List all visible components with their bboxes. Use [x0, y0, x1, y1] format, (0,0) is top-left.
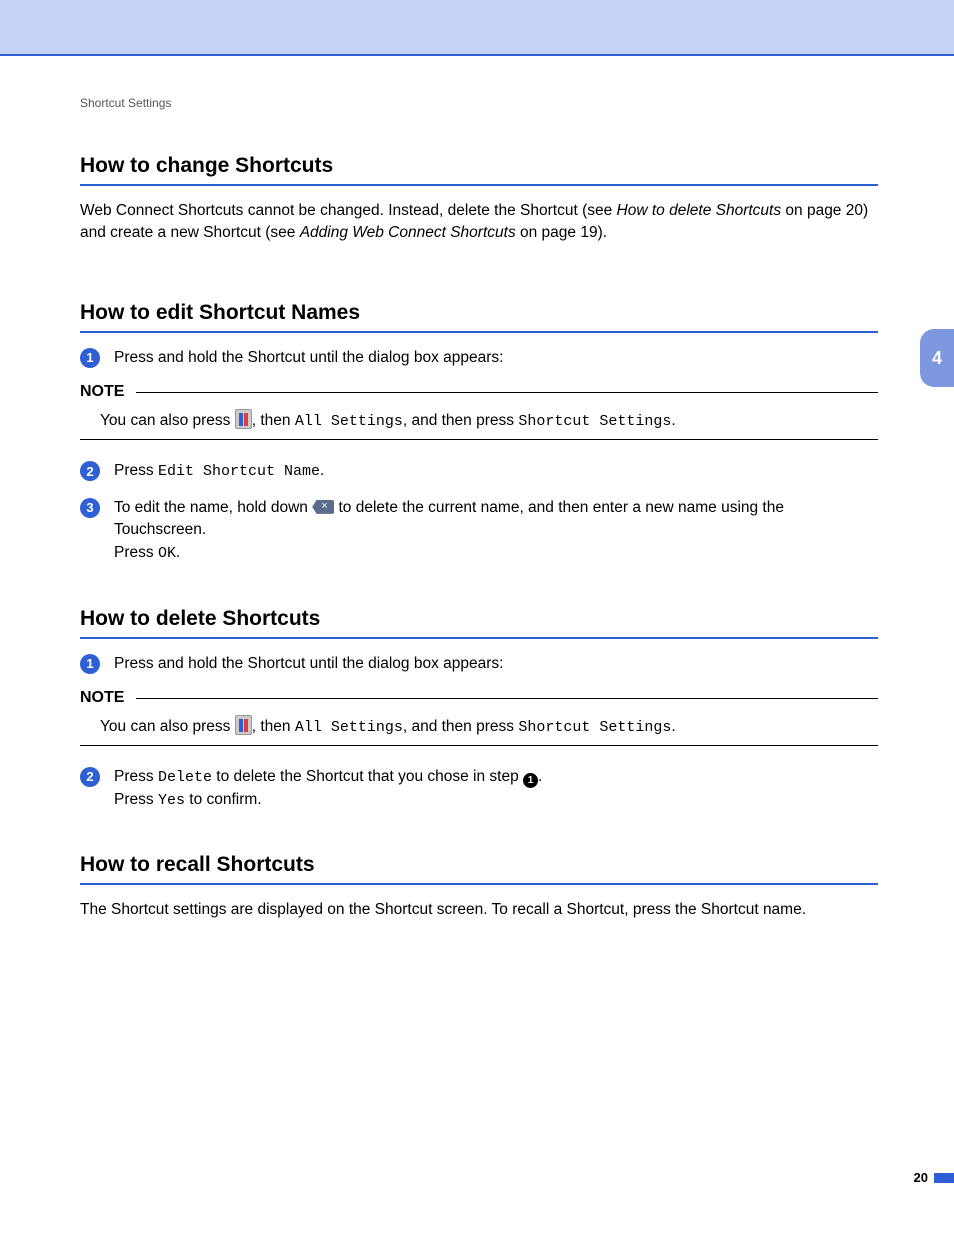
note-header: NOTE	[80, 689, 878, 707]
step-row: 1 Press and hold the Shortcut until the …	[80, 653, 878, 675]
backspace-icon	[312, 500, 334, 514]
text: , and then press	[403, 718, 518, 735]
step-text: Press and hold the Shortcut until the di…	[114, 653, 878, 675]
text: To edit the name, hold down	[114, 499, 312, 516]
page-number-wrap: 20	[914, 1160, 954, 1195]
text: Press	[114, 791, 158, 808]
step-row: 2 Press Edit Shortcut Name.	[80, 460, 878, 483]
text: Press	[114, 544, 158, 561]
text: on page 19).	[516, 224, 607, 241]
mono-shortcut-settings: Shortcut Settings	[518, 719, 671, 736]
note-end-rule	[80, 745, 878, 746]
heading-rule	[80, 184, 878, 186]
step-bullet-1: 1	[80, 348, 100, 368]
mono-yes: Yes	[158, 792, 185, 809]
top-banner	[0, 0, 954, 56]
step-row: 3 To edit the name, hold down to delete …	[80, 497, 878, 565]
text: .	[176, 544, 180, 561]
link-ref-delete: How to delete Shortcuts	[617, 202, 782, 219]
breadcrumb: Shortcut Settings	[80, 96, 878, 110]
note-body: You can also press , then All Settings, …	[80, 715, 878, 739]
paragraph-recall: The Shortcut settings are displayed on t…	[80, 899, 878, 921]
text: to delete the Shortcut that you chose in…	[212, 768, 523, 785]
step-ref-badge: 1	[523, 773, 538, 788]
step-bullet-2: 2	[80, 767, 100, 787]
heading-recall-shortcuts: How to recall Shortcuts	[80, 853, 878, 877]
step-text: Press Delete to delete the Shortcut that…	[114, 766, 878, 812]
note-header: NOTE	[80, 383, 878, 401]
step-row: 2 Press Delete to delete the Shortcut th…	[80, 766, 878, 812]
text: , then	[252, 718, 295, 735]
text: Web Connect Shortcuts cannot be changed.…	[80, 202, 617, 219]
settings-tool-icon	[235, 409, 252, 429]
heading-rule	[80, 331, 878, 333]
step-text: To edit the name, hold down to delete th…	[114, 497, 878, 565]
page-content: Shortcut Settings How to change Shortcut…	[0, 56, 954, 990]
text: to confirm.	[185, 791, 262, 808]
text: .	[671, 412, 675, 429]
mono-all-settings: All Settings	[295, 719, 403, 736]
mono-ok: OK	[158, 545, 176, 562]
settings-tool-icon	[235, 715, 252, 735]
mono-delete: Delete	[158, 769, 212, 786]
step-row: 1 Press and hold the Shortcut until the …	[80, 347, 878, 369]
text: , then	[252, 412, 295, 429]
text: Press	[114, 768, 158, 785]
note-label: NOTE	[80, 689, 124, 707]
heading-rule	[80, 637, 878, 639]
text: .	[538, 768, 542, 785]
text: You can also press	[100, 718, 235, 735]
link-ref-adding: Adding Web Connect Shortcuts	[300, 224, 516, 241]
text: .	[320, 462, 324, 479]
heading-rule	[80, 883, 878, 885]
note-body: You can also press , then All Settings, …	[80, 409, 878, 433]
text: , and then press	[403, 412, 518, 429]
mono-all-settings: All Settings	[295, 413, 403, 430]
note-rule	[136, 698, 878, 699]
text: .	[671, 718, 675, 735]
step-text: Press and hold the Shortcut until the di…	[114, 347, 878, 369]
note-rule	[136, 392, 878, 393]
step-bullet-1: 1	[80, 654, 100, 674]
step-bullet-2: 2	[80, 461, 100, 481]
step-text: Press Edit Shortcut Name.	[114, 460, 878, 483]
mono-edit-shortcut-name: Edit Shortcut Name	[158, 463, 320, 480]
note-label: NOTE	[80, 383, 124, 401]
step-bullet-3: 3	[80, 498, 100, 518]
heading-delete-shortcuts: How to delete Shortcuts	[80, 607, 878, 631]
page-number-accent	[934, 1173, 954, 1183]
note-end-rule	[80, 439, 878, 440]
paragraph-change: Web Connect Shortcuts cannot be changed.…	[80, 200, 878, 245]
heading-change-shortcuts: How to change Shortcuts	[80, 154, 878, 178]
text: You can also press	[100, 412, 235, 429]
heading-edit-names: How to edit Shortcut Names	[80, 301, 878, 325]
mono-shortcut-settings: Shortcut Settings	[518, 413, 671, 430]
text: Press	[114, 462, 158, 479]
page-number: 20	[914, 1170, 928, 1185]
